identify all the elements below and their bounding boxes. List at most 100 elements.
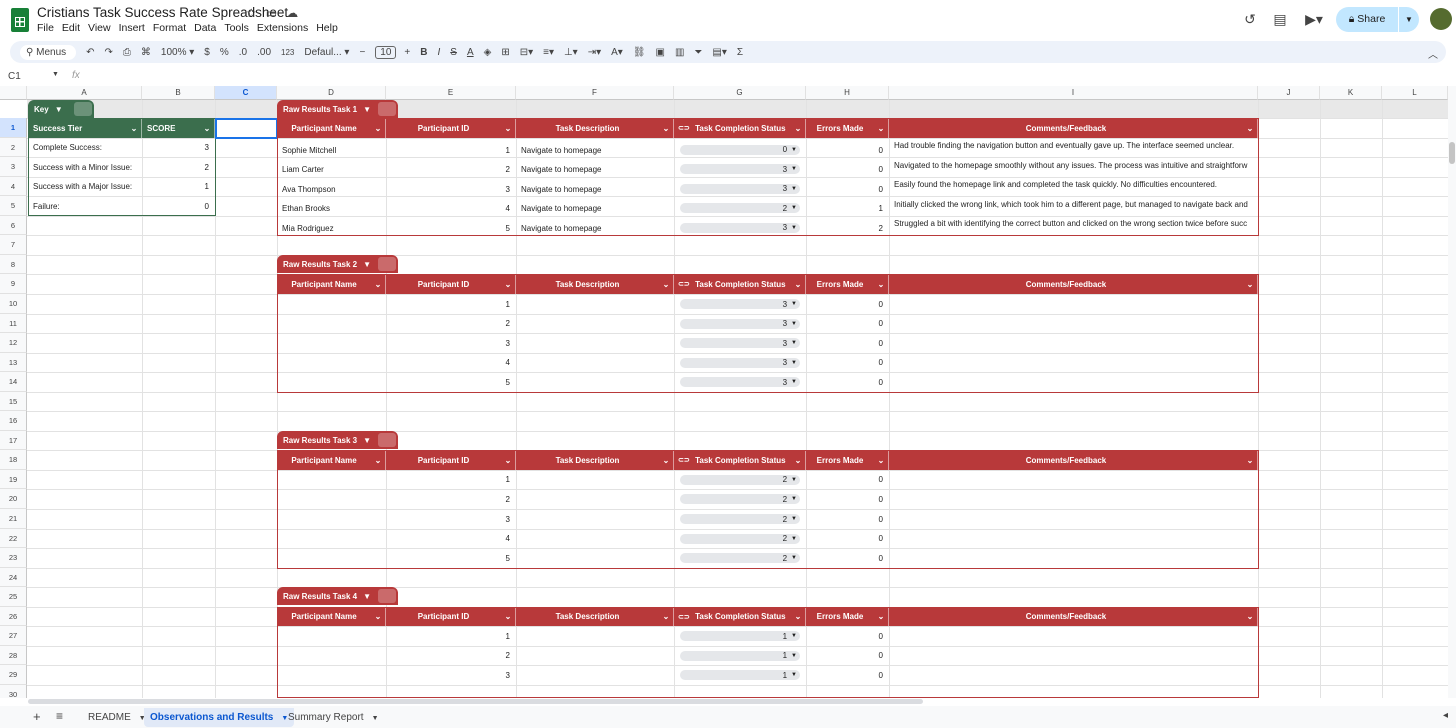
completion-status-dropdown[interactable]: 2 ▼ bbox=[680, 514, 800, 524]
task-description-cell[interactable] bbox=[516, 353, 674, 372]
dropdown-arrow-icon[interactable]: ▼ bbox=[791, 555, 797, 561]
chevron-down-icon[interactable]: ⌄ bbox=[874, 280, 888, 289]
task-3-chip[interactable]: Raw Results Task 3 ▼ bbox=[277, 431, 398, 449]
column-header-j[interactable]: J bbox=[1258, 86, 1320, 100]
dropdown-arrow-icon[interactable]: ▼ bbox=[791, 379, 797, 385]
italic-icon[interactable]: I bbox=[437, 47, 440, 58]
comment-cell[interactable]: Struggled a bit with identifying the cor… bbox=[889, 216, 1258, 235]
errors-made-cell[interactable]: 0 bbox=[806, 548, 889, 568]
comment-cell[interactable]: Navigated to the homepage smoothly witho… bbox=[889, 157, 1258, 177]
dropdown-arrow-icon[interactable]: ▼ bbox=[791, 147, 797, 153]
chevron-down-icon[interactable]: ⌄ bbox=[371, 280, 385, 289]
key-score-cell[interactable]: 1 bbox=[142, 177, 215, 196]
task-4-chip[interactable]: Raw Results Task 4 ▼ bbox=[277, 587, 398, 605]
participant-id-cell[interactable]: 5 bbox=[386, 548, 516, 568]
errors-made-cell[interactable]: 0 bbox=[806, 646, 889, 665]
sheet-tab-readme[interactable]: README ▼ bbox=[82, 708, 152, 727]
header-errors-made[interactable]: Errors Made ⌄ bbox=[806, 274, 889, 294]
cloud-status-icon[interactable]: ☁ bbox=[286, 6, 298, 20]
row-header[interactable]: 3 bbox=[0, 157, 27, 177]
key-tier-cell[interactable]: Success with a Minor Issue: bbox=[28, 157, 142, 177]
row-header[interactable]: 12 bbox=[0, 333, 27, 353]
key-tier-cell[interactable]: Failure: bbox=[28, 196, 142, 216]
insert-link-icon[interactable]: ⛓ bbox=[633, 47, 646, 58]
row-header[interactable]: 2 bbox=[0, 138, 27, 157]
text-rotation-icon[interactable]: A▾ bbox=[611, 47, 623, 58]
task-description-cell[interactable] bbox=[516, 509, 674, 529]
participant-name-cell[interactable] bbox=[277, 353, 386, 372]
row-header[interactable]: 10 bbox=[0, 294, 27, 314]
table-icon[interactable] bbox=[74, 102, 92, 116]
header-participant-name[interactable]: Participant Name ⌄ bbox=[277, 274, 386, 294]
horizontal-scroll-thumb[interactable] bbox=[28, 699, 923, 704]
spreadsheet-grid[interactable]: A B C D E F G H I J K L 1 2 3 4 5 6 7 8 9 10 11 12 13 14 15 16 17 18 1… bbox=[0, 86, 1448, 698]
currency-button[interactable]: $ bbox=[204, 47, 210, 58]
chevron-down-icon[interactable]: ⌄ bbox=[659, 124, 673, 133]
participant-id-cell[interactable]: 3 bbox=[386, 665, 516, 685]
filter-icon[interactable]: ⏷ bbox=[694, 47, 702, 58]
menu-file[interactable]: File bbox=[37, 22, 59, 34]
errors-made-cell[interactable]: 0 bbox=[806, 138, 889, 157]
row-header[interactable]: 19 bbox=[0, 470, 27, 489]
chevron-down-icon[interactable]: ⌄ bbox=[791, 612, 805, 621]
chevron-down-icon[interactable]: ▼ bbox=[55, 105, 63, 114]
chevron-down-icon[interactable]: ⌄ bbox=[874, 456, 888, 465]
row-header[interactable]: 6 bbox=[0, 216, 27, 235]
comment-cell[interactable] bbox=[889, 353, 1258, 372]
row-header[interactable]: 22 bbox=[0, 529, 27, 548]
completion-status-dropdown[interactable]: 1 ▼ bbox=[680, 631, 800, 641]
row-header[interactable]: 5 bbox=[0, 196, 27, 216]
errors-made-cell[interactable]: 0 bbox=[806, 529, 889, 548]
vertical-scrollbar[interactable] bbox=[1448, 86, 1456, 698]
meet-icon[interactable]: ▶▾ bbox=[1300, 9, 1328, 29]
explore-icon[interactable]: ◂ bbox=[1443, 710, 1448, 721]
participant-name-cell[interactable] bbox=[277, 294, 386, 314]
collapse-menus-icon[interactable]: ︿ bbox=[1428, 46, 1438, 61]
menu-tools[interactable]: Tools bbox=[224, 22, 254, 34]
completion-status-dropdown[interactable]: 3 ▼ bbox=[680, 222, 800, 233]
task-description-cell[interactable] bbox=[516, 294, 674, 314]
column-header-d[interactable]: D bbox=[277, 86, 386, 100]
completion-status-dropdown[interactable]: 3 ▼ bbox=[680, 299, 800, 309]
table-icon[interactable] bbox=[378, 102, 396, 116]
chevron-down-icon[interactable]: ⌄ bbox=[874, 124, 888, 133]
row-header[interactable]: 20 bbox=[0, 489, 27, 509]
header-task-completion-status[interactable]: ⊂⊃ Task Completion Status ⌄ bbox=[674, 274, 806, 294]
key-table-chip[interactable]: Key ▼ bbox=[28, 100, 94, 118]
table-icon[interactable] bbox=[378, 257, 396, 271]
comment-cell[interactable] bbox=[889, 314, 1258, 333]
participant-name-cell[interactable] bbox=[277, 489, 386, 509]
errors-made-cell[interactable]: 0 bbox=[806, 294, 889, 314]
avatar[interactable] bbox=[1430, 8, 1452, 30]
participant-name-cell[interactable] bbox=[277, 333, 386, 353]
row-header[interactable]: 17 bbox=[0, 431, 27, 450]
column-header-l[interactable]: L bbox=[1382, 86, 1448, 100]
font-size-input[interactable]: 10 bbox=[375, 45, 397, 59]
vertical-align-icon[interactable]: ⊥▾ bbox=[564, 47, 578, 58]
comment-cell[interactable]: Had trouble finding the navigation butto… bbox=[889, 138, 1258, 157]
comment-cell[interactable] bbox=[889, 333, 1258, 353]
filter-views-icon[interactable]: ▤▾ bbox=[712, 47, 726, 58]
chevron-down-icon[interactable]: ⌄ bbox=[791, 280, 805, 289]
completion-status-dropdown[interactable]: 3 ▼ bbox=[680, 377, 800, 387]
task-description-cell[interactable] bbox=[516, 626, 674, 646]
row-header[interactable]: 21 bbox=[0, 509, 27, 529]
comment-cell[interactable] bbox=[889, 529, 1258, 548]
chevron-down-icon[interactable]: ⌄ bbox=[1243, 456, 1257, 465]
column-header-i[interactable]: I bbox=[889, 86, 1258, 100]
errors-made-cell[interactable]: 0 bbox=[806, 333, 889, 353]
search-menus[interactable]: ⚲ Menus bbox=[20, 44, 77, 60]
comment-cell[interactable] bbox=[889, 294, 1258, 314]
functions-icon[interactable]: Σ bbox=[737, 47, 743, 58]
errors-made-cell[interactable]: 2 bbox=[806, 216, 889, 235]
errors-made-cell[interactable]: 0 bbox=[806, 314, 889, 333]
menu-insert[interactable]: Insert bbox=[119, 22, 150, 34]
menu-data[interactable]: Data bbox=[194, 22, 221, 34]
move-folder-icon[interactable]: ▭ bbox=[266, 6, 277, 20]
all-sheets-icon[interactable]: ≡ bbox=[56, 709, 63, 723]
completion-status-dropdown[interactable]: 1 ▼ bbox=[680, 650, 800, 661]
participant-name-cell[interactable]: Sophie Mitchell bbox=[277, 138, 386, 157]
chevron-down-icon[interactable]: ▼ bbox=[363, 592, 371, 601]
column-header-g[interactable]: G bbox=[674, 86, 806, 100]
decrease-font-size-icon[interactable]: − bbox=[359, 47, 365, 58]
